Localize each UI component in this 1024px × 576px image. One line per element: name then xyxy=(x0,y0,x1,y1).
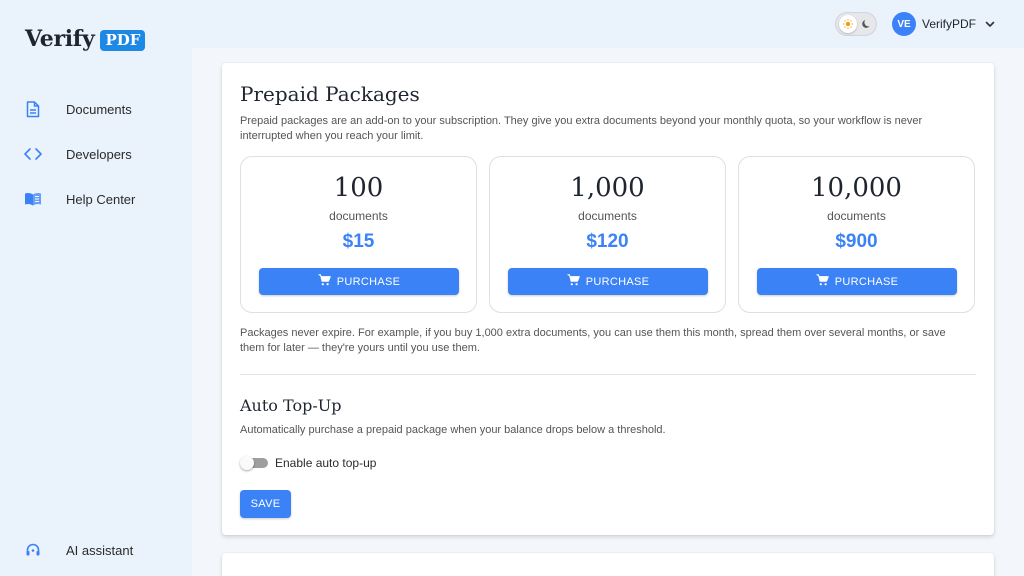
toggle-thumb xyxy=(240,456,254,470)
moon-icon xyxy=(861,18,873,30)
cart-icon xyxy=(318,274,331,289)
sidebar-item-label: Help Center xyxy=(66,191,136,207)
package-unit: documents xyxy=(827,209,886,223)
purchase-button[interactable]: PURCHASE xyxy=(508,268,708,295)
package-price: $900 xyxy=(835,231,878,252)
prepaid-description: Prepaid packages are an add-on to your s… xyxy=(240,115,923,142)
sidebar-item-label: Developers xyxy=(66,146,132,162)
auto-topup-toggle-label[interactable]: Enable auto top-up xyxy=(275,456,376,470)
purchase-label: PURCHASE xyxy=(585,275,650,288)
brand-logo[interactable]: Verify PDF xyxy=(25,26,146,52)
code-icon xyxy=(24,145,42,163)
purchase-button[interactable]: PURCHASE xyxy=(757,268,957,295)
brand-badge: PDF xyxy=(100,29,146,51)
theme-toggle[interactable] xyxy=(835,12,877,36)
sidebar-item-documents[interactable]: Documents xyxy=(24,100,132,118)
package-card: 1,000 documents $120 PURCHASE xyxy=(489,156,726,313)
package-price: $15 xyxy=(342,231,375,252)
package-count: 1,000 xyxy=(570,173,645,203)
auto-topup-description: Automatically purchase a prepaid package… xyxy=(240,424,666,436)
prepaid-card: Prepaid Packages Prepaid packages are an… xyxy=(222,63,994,535)
sidebar-item-ai-assistant[interactable]: AI assistant xyxy=(24,541,133,559)
avatar[interactable]: VE xyxy=(892,12,916,36)
headset-icon xyxy=(24,541,42,559)
package-count: 100 xyxy=(333,173,384,203)
package-price: $120 xyxy=(586,231,629,252)
auto-topup-toggle[interactable] xyxy=(240,456,268,470)
chevron-down-icon[interactable] xyxy=(984,17,996,29)
section-divider xyxy=(240,374,976,375)
sidebar-item-label: Documents xyxy=(66,101,132,117)
purchase-label: PURCHASE xyxy=(834,275,899,288)
packages-note: Packages never expire. For example, if y… xyxy=(240,327,946,354)
sun-icon xyxy=(839,15,857,33)
sidebar-item-label: AI assistant xyxy=(66,542,134,558)
package-count: 10,000 xyxy=(811,173,902,203)
user-name[interactable]: VerifyPDF xyxy=(922,17,976,31)
sidebar-item-help-center[interactable]: Help Center xyxy=(24,190,135,208)
cart-icon xyxy=(567,274,580,289)
document-icon xyxy=(24,100,42,118)
auto-topup-title: Auto Top-Up xyxy=(240,396,342,415)
save-button[interactable]: SAVE xyxy=(240,490,291,518)
package-card: 10,000 documents $900 PURCHASE xyxy=(738,156,975,313)
package-unit: documents xyxy=(329,209,388,223)
page-title: Prepaid Packages xyxy=(240,82,420,106)
sidebar-item-developers[interactable]: Developers xyxy=(24,145,132,163)
book-icon xyxy=(24,190,42,208)
cart-icon xyxy=(816,274,829,289)
purchase-button[interactable]: PURCHASE xyxy=(259,268,459,295)
purchase-label: PURCHASE xyxy=(336,275,401,288)
package-card: 100 documents $15 PURCHASE xyxy=(240,156,477,313)
sidebar: Verify PDF Documents Developers Help Cen… xyxy=(0,0,192,576)
next-card xyxy=(222,553,994,576)
package-unit: documents xyxy=(578,209,637,223)
brand-name: Verify xyxy=(25,26,95,52)
